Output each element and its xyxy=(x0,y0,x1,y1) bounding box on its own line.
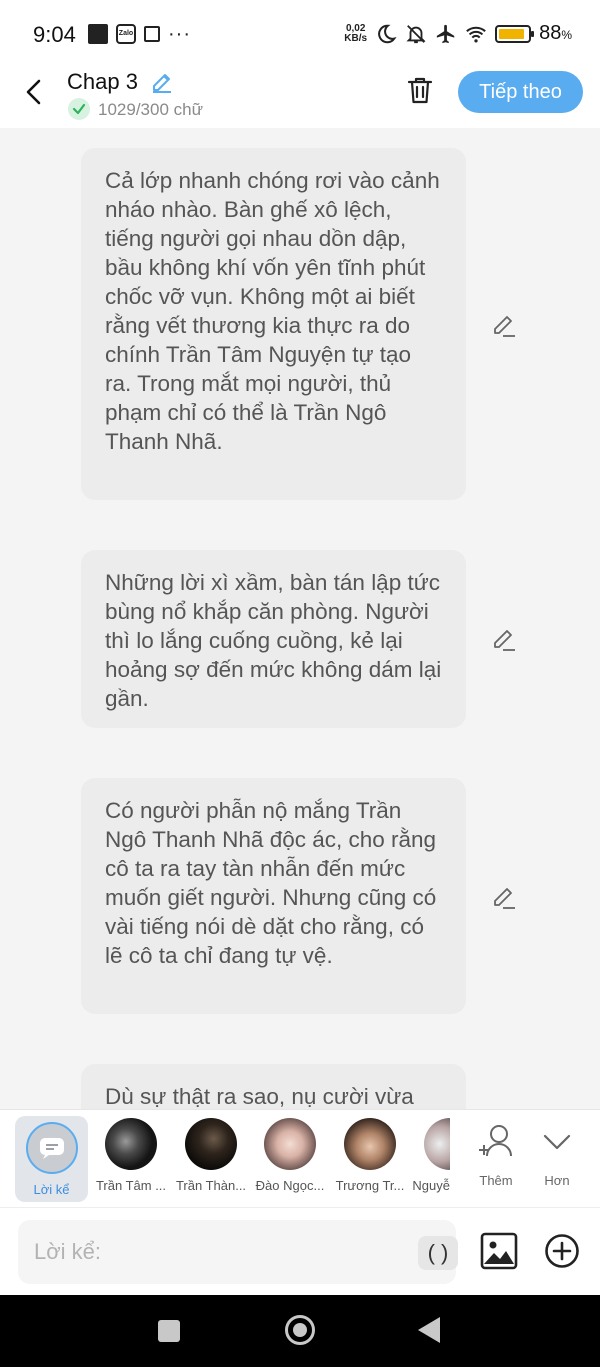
input-box: ( ) xyxy=(18,1220,458,1284)
character-option[interactable]: Trần Thàn... xyxy=(171,1118,251,1193)
battery-level xyxy=(499,28,524,39)
status-time: 9:04 xyxy=(33,22,76,47)
composer: ( ) xyxy=(0,1207,600,1295)
plus-circle-icon[interactable] xyxy=(544,1233,580,1269)
battery-percent: 88% xyxy=(539,22,572,44)
next-button[interactable]: Tiếp theo xyxy=(458,71,583,113)
notification-icons: Zalo ··· xyxy=(88,24,191,44)
add-person-icon xyxy=(479,1125,512,1157)
narration-message[interactable]: Những lời xì xầm, bàn tán lập tức bùng n… xyxy=(81,550,466,728)
character-name: Đào Ngọc... xyxy=(255,1178,325,1193)
character-name: Trần Thàn... xyxy=(175,1178,247,1193)
message-icon xyxy=(39,1138,64,1159)
avatar xyxy=(424,1118,450,1170)
character-option[interactable]: Đào Ngọc... xyxy=(250,1118,330,1193)
word-count: 1029/300 chữ xyxy=(98,100,203,119)
system-navigation-bar xyxy=(0,1295,600,1367)
chevron-left-icon xyxy=(26,79,41,105)
airplane-icon xyxy=(436,24,455,43)
character-name: Trương Tr... xyxy=(335,1178,405,1193)
character-name: Nguyễ xyxy=(412,1178,450,1193)
trash-icon[interactable] xyxy=(404,74,436,106)
bell-off-icon xyxy=(406,24,426,43)
back-nav-button[interactable] xyxy=(418,1317,440,1343)
edit-message-icon[interactable] xyxy=(491,312,517,338)
avatar xyxy=(264,1118,316,1170)
narrator-label: Lời kể xyxy=(33,1182,70,1197)
narration-input[interactable] xyxy=(34,1230,394,1274)
narration-message[interactable]: Có người phẫn nộ mắng Trần Ngô Thanh Nhã… xyxy=(81,778,466,1014)
chapter-content[interactable]: Cả lớp nhanh chóng rơi vào cảnh nháo nhà… xyxy=(0,128,600,1109)
wifi-icon xyxy=(466,26,486,43)
edit-message-icon[interactable] xyxy=(491,626,517,652)
home-dot xyxy=(293,1323,307,1337)
edit-title-icon[interactable] xyxy=(150,70,174,94)
network-speed: 0,02 KB/s xyxy=(344,22,368,44)
character-selector: Lời kể Trần Tâm ... Trần Thàn... Đào Ngọ… xyxy=(0,1109,600,1207)
avatar xyxy=(344,1118,396,1170)
character-option[interactable]: Trần Tâm ... xyxy=(91,1118,171,1193)
battery-icon xyxy=(495,24,535,43)
narration-message[interactable]: Cả lớp nhanh chóng rơi vào cảnh nháo nhà… xyxy=(81,148,466,500)
character-name: Trần Tâm ... xyxy=(95,1178,167,1193)
image-icon[interactable] xyxy=(480,1232,518,1270)
edit-message-icon[interactable] xyxy=(491,884,517,910)
recent-apps-button[interactable] xyxy=(158,1320,180,1342)
status-bar: 9:04 Zalo ··· 0,02 KB/s 88% xyxy=(0,0,600,66)
more-notifications-icon: ··· xyxy=(168,23,191,45)
zalo-icon: Zalo xyxy=(116,24,136,44)
narrator-avatar xyxy=(25,1122,78,1174)
more-label: Hơn xyxy=(544,1173,570,1188)
app-notification-icon xyxy=(88,24,108,44)
chapter-title[interactable]: Chap 3 xyxy=(67,69,138,95)
more-button[interactable]: Hơn xyxy=(527,1122,587,1188)
parenthesis-button[interactable]: ( ) xyxy=(418,1236,458,1270)
screen-icon xyxy=(144,26,160,42)
avatar xyxy=(105,1118,157,1170)
check-icon xyxy=(68,98,90,120)
system-icons: 0,02 KB/s 88% xyxy=(344,22,572,45)
narration-message[interactable]: Dù sự thật ra sao, nụ cười vừa xyxy=(81,1064,466,1109)
character-option[interactable]: Trương Tr... xyxy=(330,1118,410,1193)
character-option[interactable]: Nguyễ xyxy=(400,1118,450,1193)
add-label: Thêm xyxy=(479,1173,513,1188)
moon-icon xyxy=(378,24,397,43)
editor-header: Chap 3 1029/300 chữ Tiếp theo xyxy=(0,66,600,128)
chevron-down-icon xyxy=(543,1134,571,1150)
home-button[interactable] xyxy=(285,1315,315,1345)
avatar xyxy=(185,1118,237,1170)
back-button[interactable] xyxy=(18,76,50,108)
add-character-button[interactable]: Thêm xyxy=(466,1122,526,1188)
narrator-option[interactable]: Lời kể xyxy=(15,1116,88,1202)
